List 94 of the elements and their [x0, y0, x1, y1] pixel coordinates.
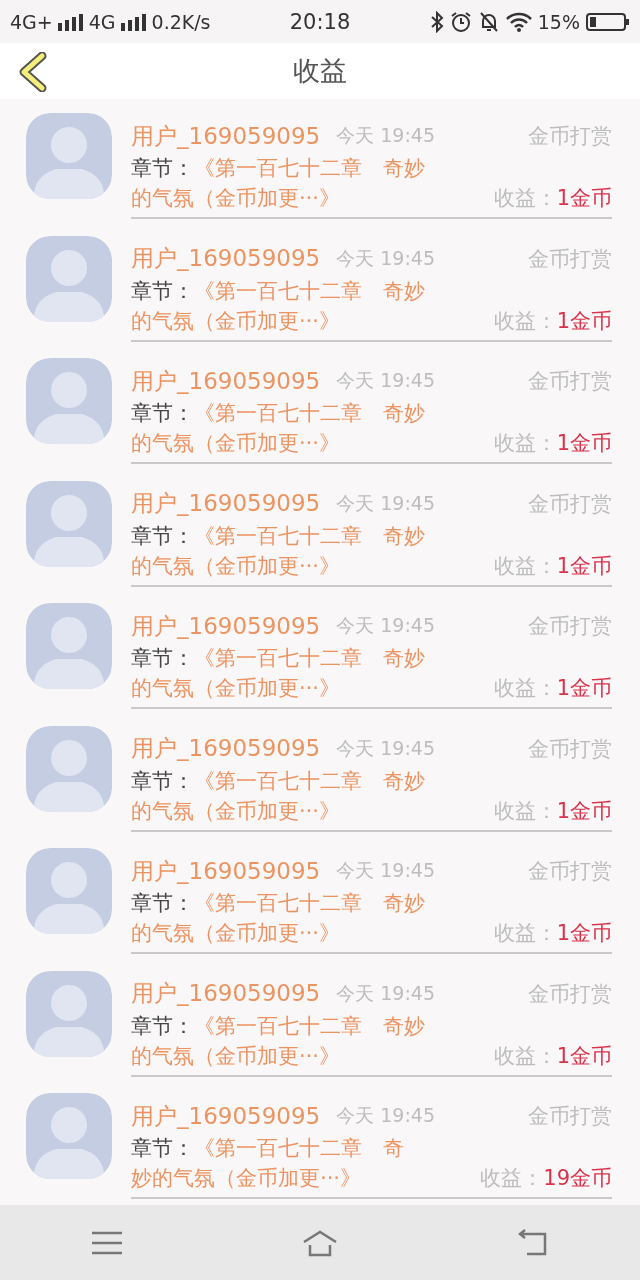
- chapter-title: 《第一百七十二章 奇妙: [194, 522, 425, 550]
- reward-type: 金币打赏: [528, 368, 612, 395]
- avatar-icon: [26, 603, 112, 689]
- network-type: 4G+: [10, 10, 53, 33]
- clock-time: 20:18: [289, 9, 351, 34]
- battery-icon: [586, 11, 630, 32]
- avatar-icon: [26, 1093, 112, 1179]
- record-time: 今天 19:45: [336, 858, 435, 883]
- income-label: 收益：: [493, 1042, 557, 1070]
- record-time: 今天 19:45: [336, 490, 435, 516]
- chapter-label: 章节：: [131, 155, 194, 182]
- bluetooth-icon: [429, 10, 444, 33]
- income-amount: 1金币: [556, 185, 612, 212]
- chapter-title: 《第一百七十二章 奇妙: [194, 400, 425, 427]
- income-amount: 1金币: [556, 675, 612, 702]
- income-label: 收益：: [493, 430, 557, 457]
- record-time: 今天 19:45: [336, 123, 435, 148]
- user-name: 用户_169059095: [131, 856, 321, 886]
- income-label: 收益：: [493, 552, 557, 580]
- reward-type: 金币打赏: [528, 858, 612, 885]
- income-label: 收益：: [493, 307, 557, 335]
- income-amount: 1金币: [556, 430, 612, 457]
- user-name: 用户_169059095: [131, 611, 321, 641]
- user-name: 用户_169059095: [131, 121, 321, 151]
- reward-type: 金币打赏: [528, 490, 612, 518]
- income-label: 收益：: [493, 185, 557, 212]
- signal-icon: [119, 12, 148, 31]
- chapter-label: 章节：: [131, 400, 194, 427]
- chapter-title: 《第一百七十二章 奇妙: [194, 155, 425, 182]
- income-label: 收益：: [480, 1165, 544, 1192]
- user-name: 用户_169059095: [131, 489, 321, 518]
- avatar-icon: [26, 480, 112, 567]
- income-amount: 1金币: [556, 920, 612, 947]
- reward-type: 金币打赏: [528, 980, 612, 1008]
- chapter-title: 的气氛（金币加更···》: [131, 675, 341, 702]
- chapter-title: 妙的气氛（金币加更···》: [131, 1165, 362, 1192]
- user-name: 用户_169059095: [131, 366, 321, 396]
- chapter-label: 章节：: [131, 522, 194, 550]
- user-name: 用户_169059095: [131, 244, 321, 273]
- avatar-icon: [26, 113, 112, 199]
- income-label: 收益：: [493, 675, 557, 702]
- chapter-title: 《第一百七十二章 奇妙: [194, 767, 425, 795]
- income-label: 收益：: [493, 797, 557, 825]
- chapter-title: 《第一百七十二章 奇妙: [194, 645, 425, 672]
- record-time: 今天 19:45: [336, 613, 435, 638]
- chapter-label: 章节：: [131, 767, 194, 795]
- chapter-title: 《第一百七十二章 奇妙: [194, 890, 425, 917]
- signal-icon: [56, 12, 85, 31]
- user-name: 用户_169059095: [131, 1101, 321, 1131]
- reward-type: 金币打赏: [528, 735, 612, 763]
- network-type: 4G: [88, 10, 116, 33]
- chapter-label: 章节：: [131, 890, 194, 917]
- avatar-icon: [26, 725, 112, 812]
- chapter-title: 的气氛（金币加更···》: [131, 920, 341, 947]
- income-label: 收益：: [493, 920, 557, 947]
- income-amount: 1金币: [556, 797, 612, 825]
- page-title: 收益: [293, 54, 347, 88]
- wifi-icon: [505, 11, 532, 32]
- chapter-title: 的气氛（金币加更···》: [131, 430, 341, 457]
- reward-type: 金币打赏: [528, 1103, 612, 1130]
- chapter-title: 《第一百七十二章 奇: [194, 1135, 404, 1162]
- record-time: 今天 19:45: [336, 1103, 435, 1128]
- chapter-label: 章节：: [131, 277, 194, 305]
- avatar-icon: [26, 358, 112, 444]
- chapter-title: 《第一百七十二章 奇妙: [194, 277, 425, 305]
- income-amount: 1金币: [556, 1042, 612, 1070]
- battery-percent: 15%: [537, 10, 580, 33]
- reward-type: 金币打赏: [528, 245, 612, 273]
- chapter-label: 章节：: [131, 1135, 194, 1162]
- chapter-label: 章节：: [131, 1012, 194, 1040]
- income-amount: 1金币: [556, 552, 612, 580]
- network-speed: 0.2K/s: [151, 10, 211, 33]
- user-name: 用户_169059095: [131, 734, 321, 763]
- income-amount: 19金币: [543, 1165, 612, 1192]
- record-time: 今天 19:45: [336, 980, 435, 1006]
- avatar-icon: [26, 970, 112, 1057]
- chapter-title: 的气氛（金币加更···》: [131, 797, 341, 825]
- reward-type: 金币打赏: [528, 613, 612, 640]
- record-time: 今天 19:45: [336, 245, 435, 271]
- record-time: 今天 19:45: [336, 368, 435, 393]
- avatar-icon: [26, 848, 112, 934]
- chapter-label: 章节：: [131, 645, 194, 672]
- chapter-title: 的气氛（金币加更···》: [131, 552, 341, 580]
- user-name: 用户_169059095: [131, 979, 321, 1008]
- avatar-icon: [26, 235, 112, 322]
- alarm-icon: [449, 10, 472, 33]
- record-time: 今天 19:45: [336, 735, 435, 761]
- chapter-title: 的气氛（金币加更···》: [131, 307, 341, 335]
- chapter-title: 《第一百七十二章 奇妙: [194, 1012, 425, 1040]
- income-amount: 1金币: [556, 307, 612, 335]
- chapter-title: 的气氛（金币加更···》: [131, 1042, 341, 1070]
- reward-type: 金币打赏: [528, 123, 612, 150]
- muted-bell-icon: [477, 10, 500, 33]
- chapter-title: 的气氛（金币加更···》: [131, 185, 341, 212]
